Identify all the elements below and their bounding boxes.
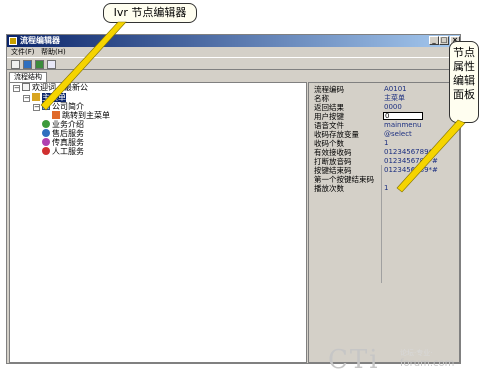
callout-arrows (40, 21, 466, 193)
watermark-sub: forum.com (400, 358, 455, 369)
watermark-small: 论坛·专业· (400, 349, 433, 357)
watermark-logo: CTi (328, 345, 380, 375)
arrow-to-props (396, 119, 466, 193)
arrow-to-tree (40, 21, 127, 111)
